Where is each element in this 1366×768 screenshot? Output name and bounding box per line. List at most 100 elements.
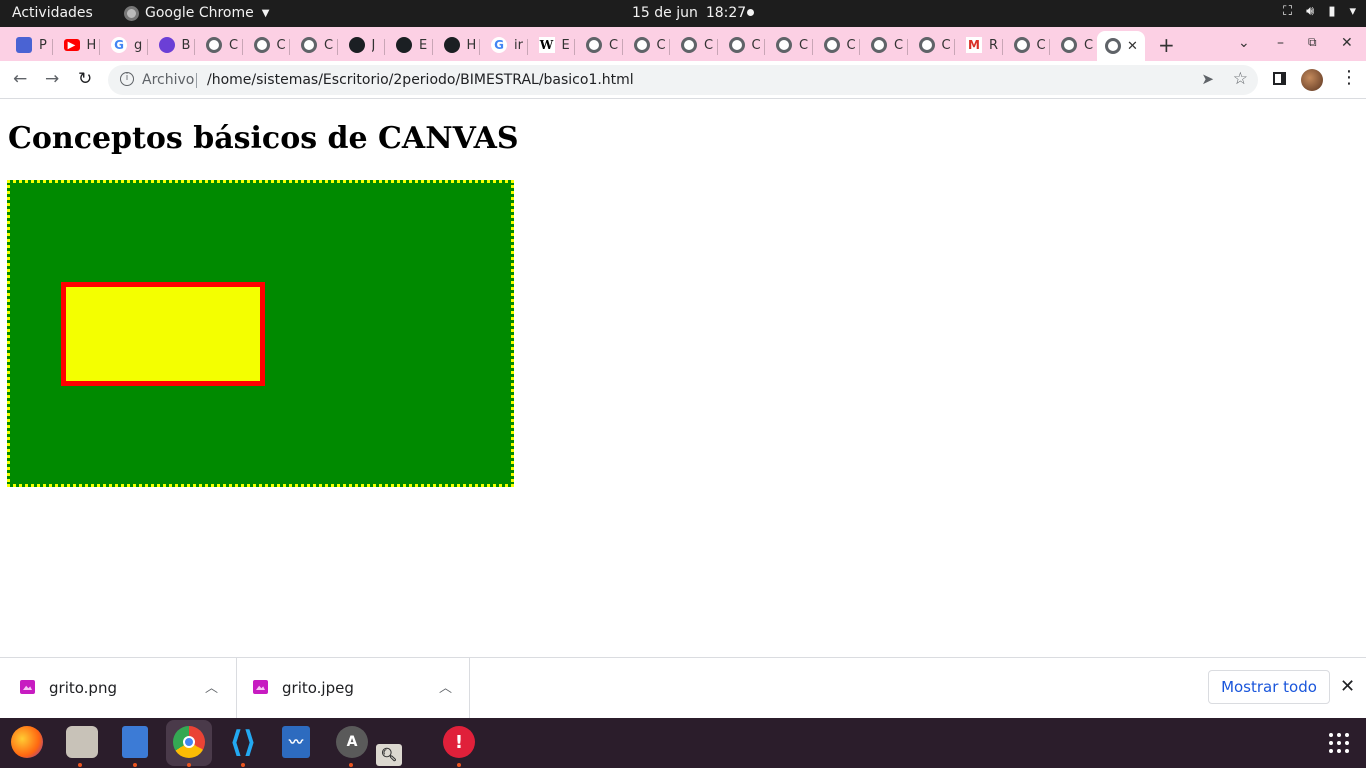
chrome-icon[interactable] [173, 726, 205, 758]
bookmark-star-icon[interactable]: ☆ [1233, 69, 1248, 89]
show-all-button[interactable]: Mostrar todo [1208, 670, 1330, 704]
tab-separator [51, 39, 53, 55]
tab[interactable]: C [198, 33, 241, 57]
tab[interactable]: C [721, 33, 764, 57]
tab-title: E [561, 37, 570, 53]
tab[interactable]: Gg [103, 33, 146, 57]
tab[interactable]: C [1053, 33, 1096, 57]
globe-icon [586, 37, 602, 53]
tab[interactable]: E [388, 33, 431, 57]
chevron-down-icon: ▾ [1349, 4, 1356, 19]
close-window-icon[interactable]: ✕ [1341, 35, 1353, 51]
screenshot-icon[interactable]: 🔍︎ [376, 744, 402, 766]
tab-separator [241, 39, 243, 55]
chrome-center-dot [183, 736, 195, 748]
error-report-icon[interactable]: ! [443, 726, 475, 758]
tab[interactable]: C [1006, 33, 1049, 57]
close-tab-icon[interactable]: ✕ [1127, 39, 1138, 54]
tab[interactable]: C [626, 33, 669, 57]
system-monitor-icon[interactable]: 〰 [282, 726, 310, 758]
tab[interactable]: P [8, 33, 51, 57]
vscode-icon[interactable]: ⟨⟩ [227, 725, 259, 760]
globe-icon [1061, 37, 1077, 53]
app-menu[interactable]: Google Chrome ▼ [124, 5, 269, 21]
tab[interactable]: MR [958, 33, 1001, 57]
globe-icon [1013, 37, 1030, 53]
activities-button[interactable]: Actividades [12, 5, 93, 21]
tab[interactable]: C [293, 33, 336, 57]
new-tab-button[interactable]: + [1158, 33, 1175, 57]
clock[interactable]: 15 de jun 18:27 [632, 5, 746, 21]
url-text[interactable]: /home/sistemas/Escritorio/2periodo/BIMES… [207, 72, 634, 88]
tab-strip: P ▶ H Gg B C C C J E H Gir W E C C C C C C C C M R C C ✕ + ⌄ – ⧉ … [0, 27, 1366, 61]
tab-search-icon[interactable]: ⌄ [1238, 35, 1250, 51]
canvas-yellow-rectangle [61, 282, 265, 386]
download-item[interactable]: grito.png ︿ [0, 658, 237, 718]
info-icon[interactable]: i [120, 72, 134, 86]
send-icon[interactable]: ➤ [1201, 70, 1214, 88]
tab-title: C [324, 37, 334, 53]
github-icon [348, 37, 365, 53]
tab[interactable]: C [578, 33, 621, 57]
tab-title: C [751, 37, 761, 53]
network-icon: ⛶ [1283, 4, 1293, 19]
tab[interactable]: WE [531, 33, 574, 57]
globe-icon [253, 37, 270, 53]
back-arrow-icon[interactable]: ← [13, 69, 27, 89]
tab[interactable]: C [246, 33, 289, 57]
chevron-up-icon[interactable]: ︿ [439, 677, 452, 696]
page-content: Conceptos básicos de CANVAS [0, 100, 1366, 657]
files-icon[interactable] [66, 726, 98, 758]
page-title: Conceptos básicos de CANVAS [8, 121, 519, 156]
running-indicator [457, 763, 461, 767]
canvas [7, 180, 514, 487]
download-filename: grito.png [49, 679, 117, 697]
tab[interactable]: Gir [483, 33, 526, 57]
tab[interactable]: C [673, 33, 716, 57]
tab[interactable]: C [911, 33, 954, 57]
reload-icon[interactable]: ↻ [78, 69, 92, 89]
address-bar[interactable]: i Archivo /home/sistemas/Escritorio/2per… [108, 65, 1258, 95]
chevron-up-icon[interactable]: ︿ [205, 677, 218, 696]
tab-separator [384, 39, 385, 55]
tab[interactable]: C [816, 33, 859, 57]
close-shelf-icon[interactable]: ✕ [1340, 676, 1355, 697]
volume-icon: 🔊︎ [1306, 4, 1315, 19]
menu-kebab-icon[interactable]: ⋮ [1340, 67, 1358, 88]
software-updater-icon[interactable]: A [336, 726, 368, 758]
clock-date: 15 de jun [632, 5, 698, 21]
system-tray[interactable]: ⛶ 🔊︎ ▮ ▾ [1283, 4, 1356, 19]
tab-title: B [181, 37, 191, 53]
active-tab[interactable]: ✕ [1097, 31, 1145, 61]
tab[interactable]: H [436, 33, 479, 57]
tab[interactable]: J [341, 33, 384, 57]
tab-title: C [1036, 37, 1046, 53]
download-item[interactable]: grito.jpeg ︿ [237, 658, 470, 718]
tab[interactable]: B [151, 33, 194, 57]
notification-dot-icon [747, 9, 754, 16]
side-panel-icon[interactable] [1273, 72, 1286, 85]
tab-title: C [229, 37, 239, 53]
wikipedia-icon: W [538, 37, 555, 53]
text-editor-icon[interactable] [122, 726, 148, 758]
tab-title: C [276, 37, 286, 53]
battery-icon: ▮ [1328, 4, 1336, 19]
minimize-icon[interactable]: – [1277, 35, 1284, 51]
tab-separator [1001, 39, 1003, 55]
tab-title: g [134, 37, 143, 53]
globe-icon [301, 37, 317, 53]
globe-icon [871, 37, 887, 53]
tab[interactable]: ▶ H [56, 33, 99, 57]
running-indicator [187, 763, 191, 767]
contacts-icon [16, 37, 32, 53]
profile-avatar[interactable] [1301, 69, 1323, 91]
show-apps-icon[interactable] [1329, 733, 1349, 753]
tab[interactable]: C [863, 33, 906, 57]
tab-title: C [609, 37, 619, 53]
restore-icon[interactable]: ⧉ [1308, 35, 1317, 50]
tab-separator [99, 39, 100, 55]
tab-title: H [86, 37, 97, 53]
forward-arrow-icon[interactable]: → [45, 69, 59, 89]
firefox-icon[interactable] [11, 726, 43, 758]
tab[interactable]: C [768, 33, 811, 57]
